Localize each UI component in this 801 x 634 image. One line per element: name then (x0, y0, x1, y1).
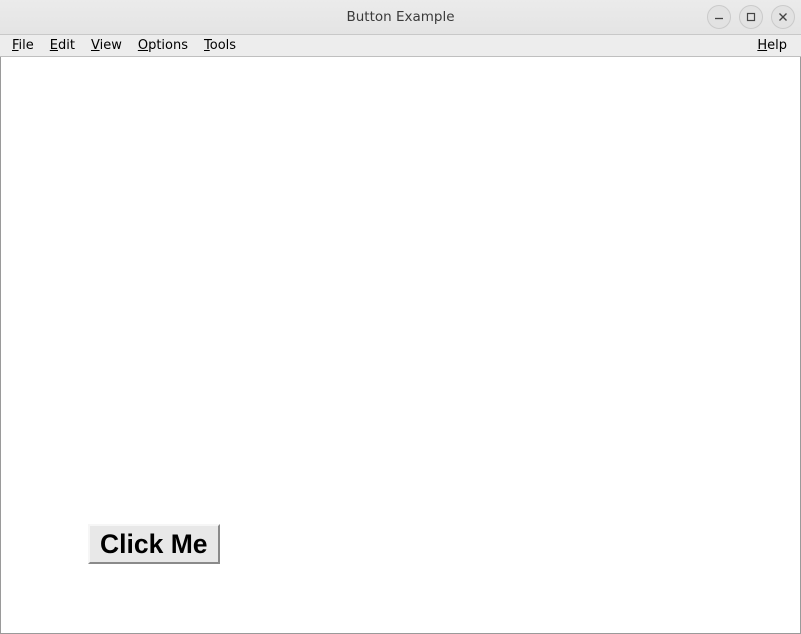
titlebar: Button Example (0, 0, 801, 35)
menubar-left: File Edit View Options Tools (4, 37, 244, 54)
menubar-right: Help (749, 37, 797, 54)
menu-options[interactable]: Options (130, 37, 196, 54)
window-controls (707, 5, 795, 29)
close-icon (778, 12, 788, 22)
menu-file[interactable]: File (4, 37, 42, 54)
maximize-icon (746, 12, 756, 22)
menu-help[interactable]: Help (749, 37, 795, 54)
menu-view[interactable]: View (83, 37, 130, 54)
menu-tools[interactable]: Tools (196, 37, 244, 54)
close-button[interactable] (771, 5, 795, 29)
window-title: Button Example (346, 9, 454, 25)
application-window: Button Example File Edit View (0, 0, 801, 634)
minimize-icon (714, 12, 724, 22)
minimize-button[interactable] (707, 5, 731, 29)
menubar: File Edit View Options Tools Help (0, 35, 801, 57)
menu-edit[interactable]: Edit (42, 37, 83, 54)
content-area: Click Me (0, 57, 801, 634)
click-me-button[interactable]: Click Me (88, 524, 220, 564)
maximize-button[interactable] (739, 5, 763, 29)
